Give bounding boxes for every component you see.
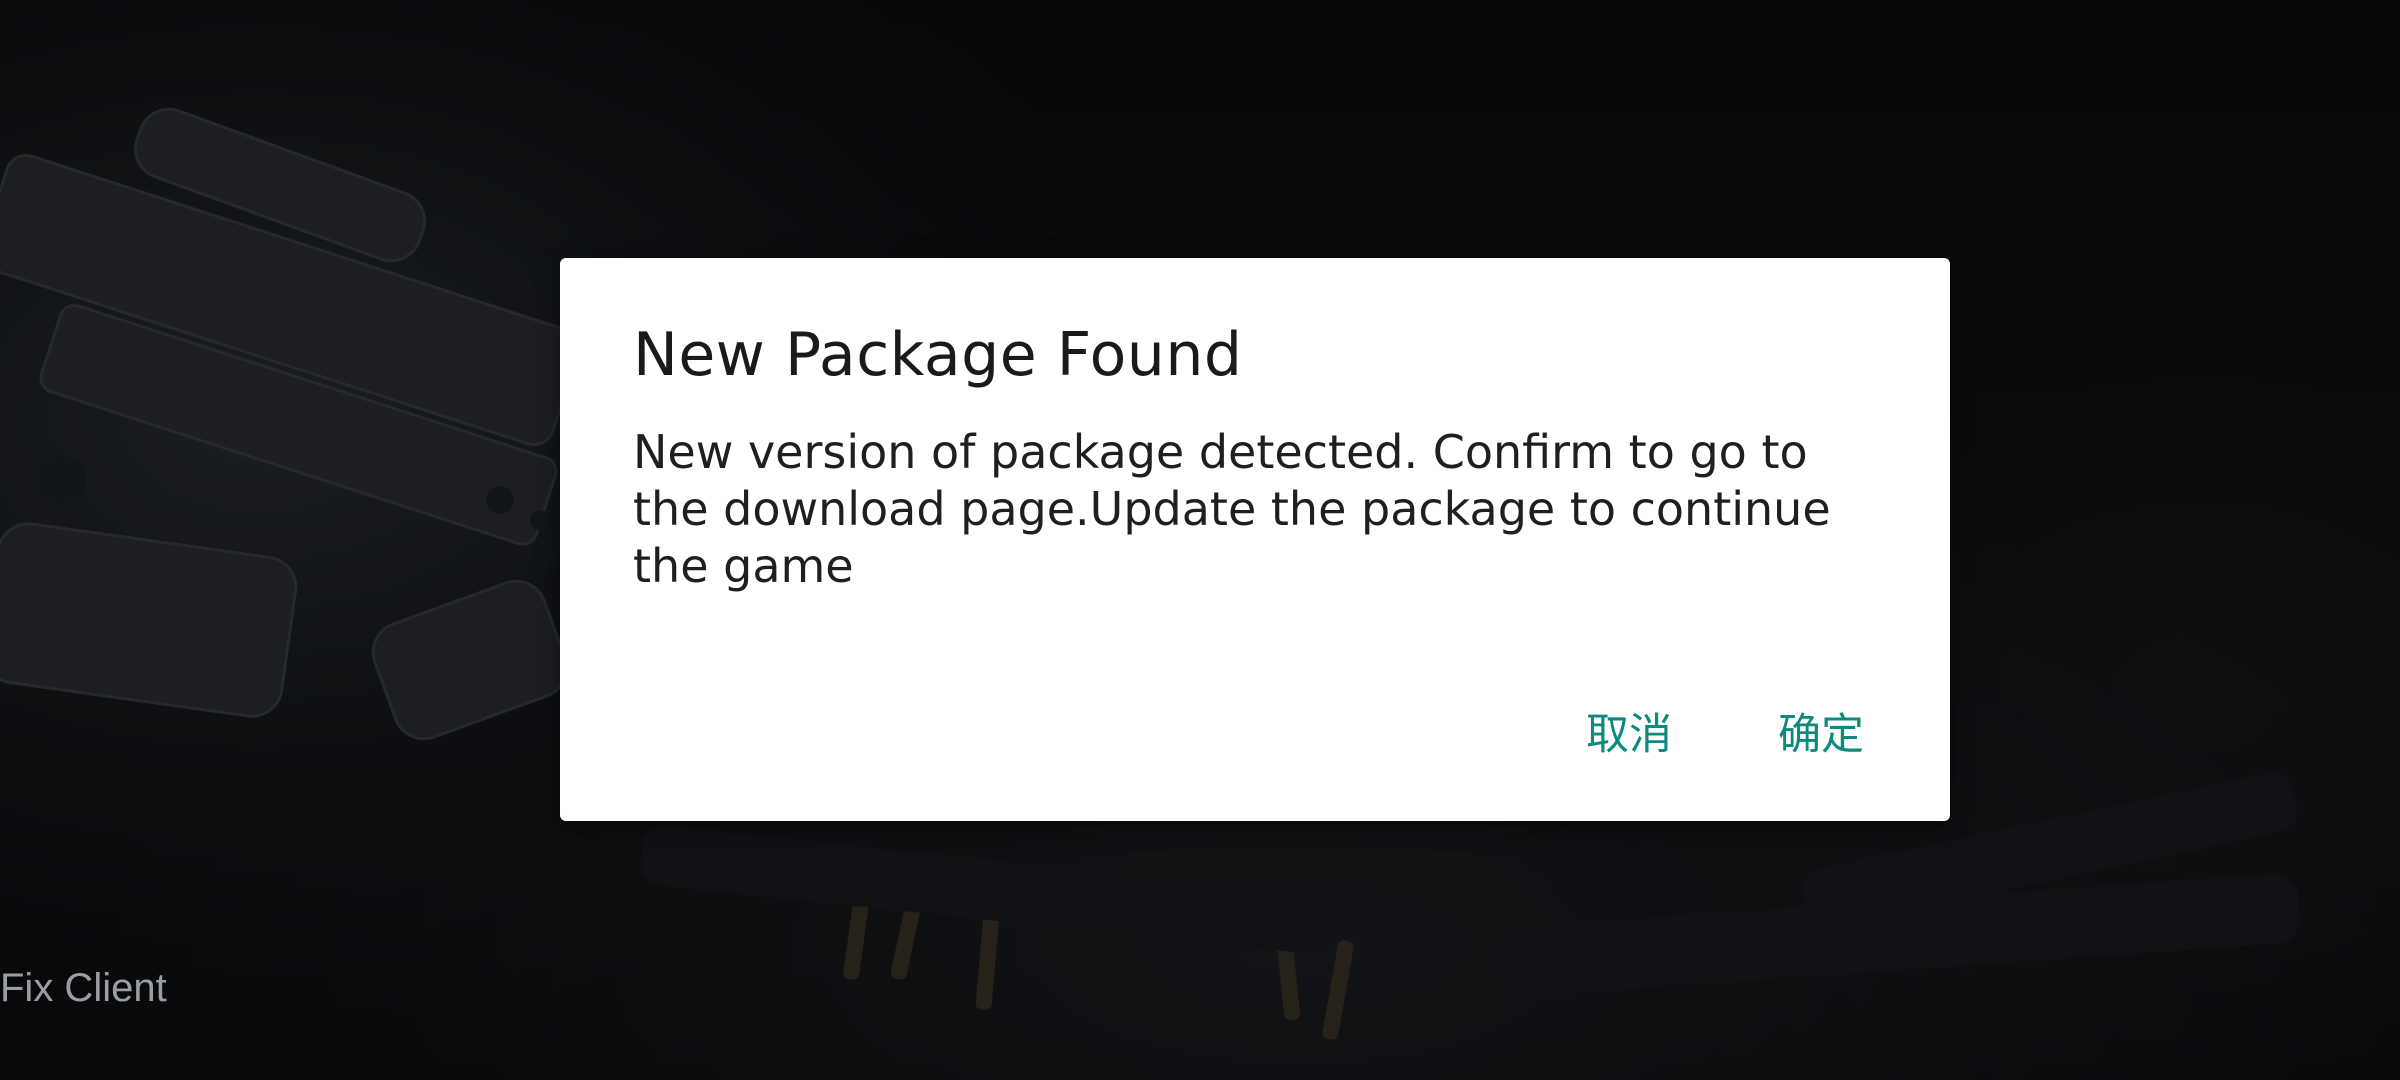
fix-client-link[interactable]: Fix Client [0, 966, 167, 1011]
cancel-button[interactable]: 取消 [1574, 692, 1684, 770]
dialog-message: New version of package detected. Confirm… [633, 425, 1831, 593]
confirm-button[interactable]: 确定 [1766, 692, 1876, 770]
game-launcher-screen: Fix Client New Package Found New version… [0, 0, 2400, 1080]
update-dialog: New Package Found New version of package… [560, 258, 1950, 821]
dialog-title: New Package Found [633, 320, 1243, 390]
